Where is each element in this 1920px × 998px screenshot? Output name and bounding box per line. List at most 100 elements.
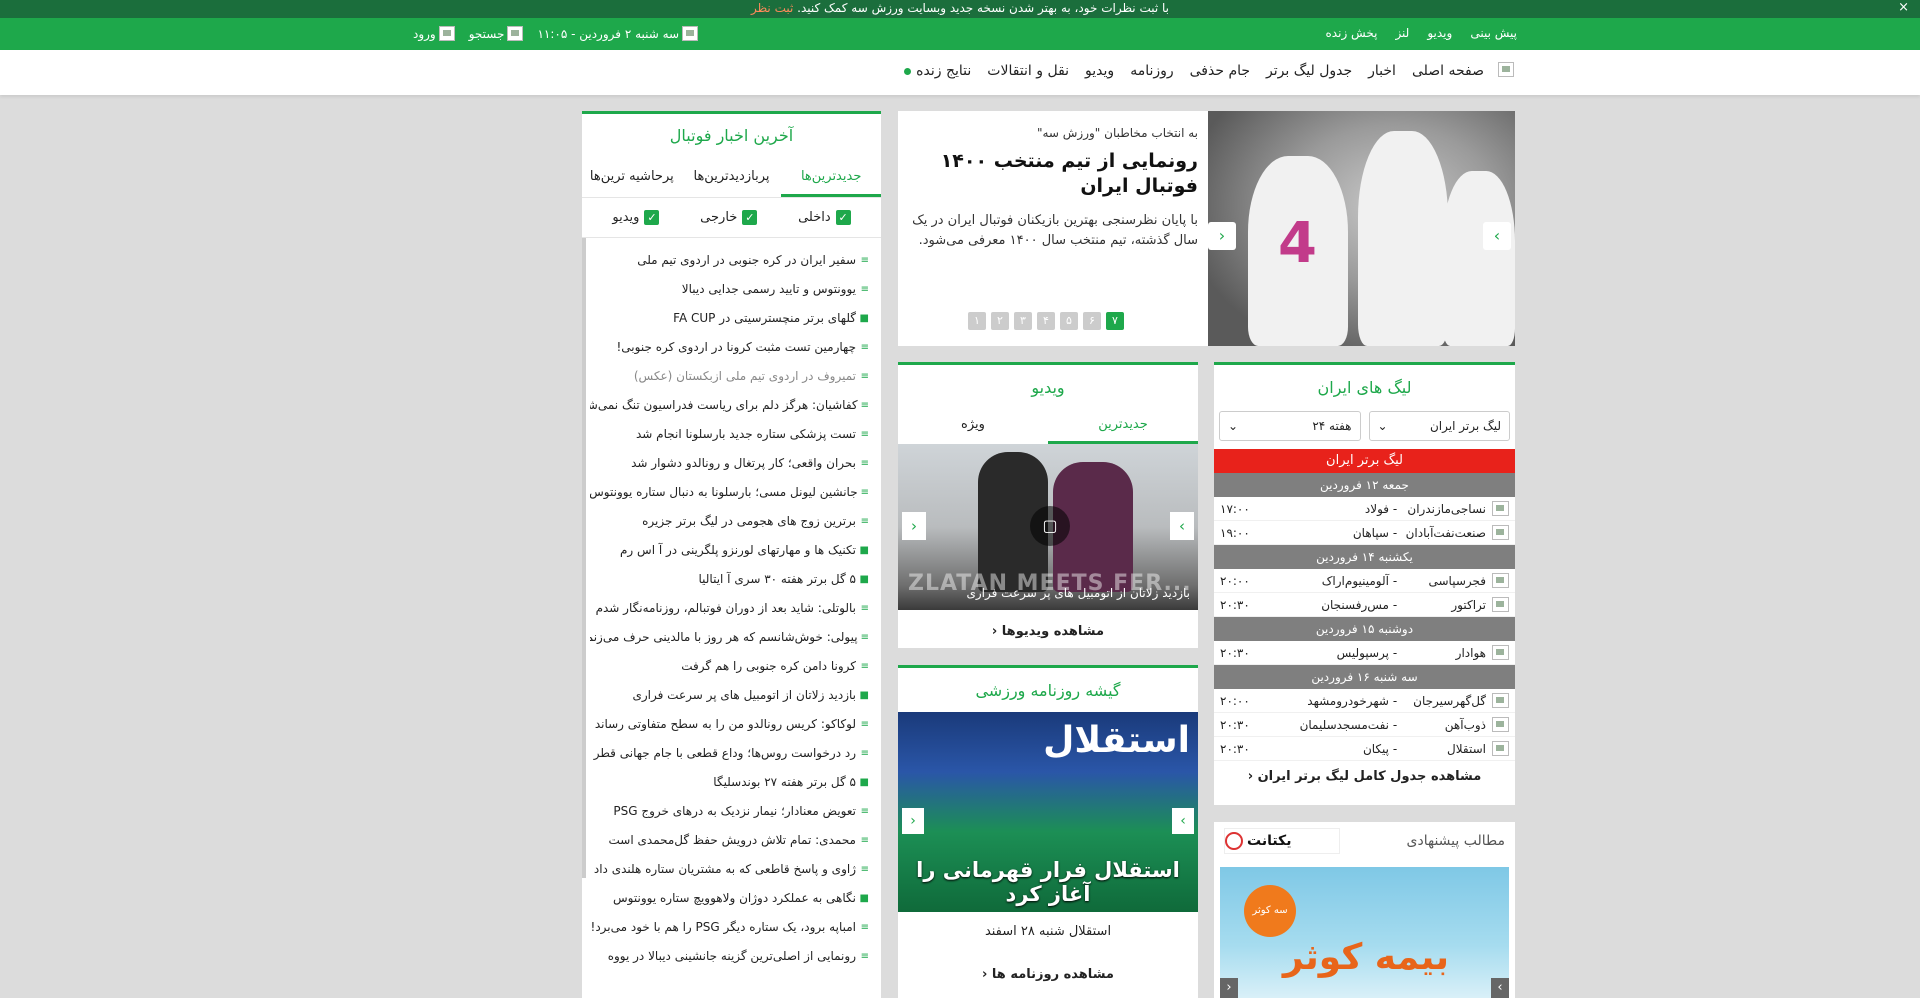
slider-dot[interactable]: ۶: [1083, 312, 1101, 330]
nav-item-transfers[interactable]: نقل و انتقالات: [987, 63, 1069, 79]
news-item[interactable]: ≡ رد درخواست روس‌ها؛ وداع قطعی با جام جها…: [590, 739, 869, 768]
news-item[interactable]: ≡ ژاوی و پاسخ قاطعی که به مشتریان ستاره ه…: [590, 855, 869, 884]
ad-prev-button[interactable]: ‹: [1220, 978, 1238, 998]
nav-item-live-results[interactable]: نتایج زنده: [904, 63, 971, 79]
nav-item-video[interactable]: ویدیو: [1085, 63, 1114, 79]
news-item[interactable]: ≡ لوکاکو: کریس رونالدو من را به سطح متفاو…: [590, 710, 869, 739]
match-row[interactable]: تراکتور - مس‌رفسنجان ۲۰:۳۰: [1214, 593, 1515, 617]
top-link-lens[interactable]: لنز: [1395, 26, 1409, 40]
slider-dot[interactable]: ۷: [1106, 312, 1124, 330]
user-icon: [438, 26, 455, 41]
match-row[interactable]: گل‌گهرسیرجان - شهرخودرومشهد ۲۰:۰۰: [1214, 689, 1515, 713]
nav-item-home[interactable]: صفحه اصلی: [1412, 63, 1484, 79]
hero-image[interactable]: 4: [1208, 111, 1515, 346]
slider-dot[interactable]: ۲: [991, 312, 1009, 330]
tab-most-viewed[interactable]: پربازدیدترین‌ها: [682, 161, 782, 197]
video-tabs: جدیدترین ویژه: [898, 411, 1198, 444]
tab-video-special[interactable]: ویژه: [898, 411, 1048, 444]
top-info: سه شنبه ۲ فروردین - ۱۱:۰۵ جستجو ورود: [413, 26, 699, 41]
filter-foreign-label: خارجی: [700, 210, 738, 225]
newspaper-prev-button[interactable]: ‹: [902, 808, 924, 834]
video-prev-button[interactable]: ‹: [902, 512, 926, 540]
slider-dot[interactable]: ۳: [1014, 312, 1032, 330]
news-item[interactable]: ≡ یوونتوس و تایید رسمی جدایی دیبالا: [590, 275, 869, 304]
match-row[interactable]: صنعت‌نفت‌آبادان - سپاهان ۱۹:۰۰: [1214, 521, 1515, 545]
video-thumbnail[interactable]: ▢ ZLATAN MEETS FER... بازدید زلاتان از ا…: [898, 444, 1198, 610]
news-item[interactable]: ■ ۵ گل برتر هفته ۳۰ سری آ ایتالیا: [590, 565, 869, 594]
news-item[interactable]: ≡ تمیروف در اردوی تیم ملی ازبکستان (عکس): [590, 362, 869, 391]
news-item[interactable]: ≡ کفاشیان: هرگز دلم برای ریاست فدراسیون ت…: [590, 391, 869, 420]
feedback-link[interactable]: ثبت نظر: [751, 1, 793, 15]
nav-item-cup[interactable]: جام حذفی: [1190, 63, 1250, 79]
news-item[interactable]: ■ تکنیک ها و مهارتهای لورنزو پلگرینی در آ…: [590, 536, 869, 565]
news-item[interactable]: ■ نگاهی به عملکرد دوژان ولاهوویچ ستاره یو…: [590, 884, 869, 913]
news-item[interactable]: ≡ بالوتلی: شاید بعد از دوران فوتبالم، روز…: [590, 594, 869, 623]
top-link-video[interactable]: ویدیو: [1427, 26, 1452, 40]
league-select[interactable]: لیگ برتر ایران ⌄: [1368, 411, 1510, 441]
close-icon[interactable]: ×: [1898, 0, 1909, 15]
match-row[interactable]: فجرسپاسی - آلومینیوم‌اراک ۲۰:۰۰: [1214, 569, 1515, 593]
nav-item-news[interactable]: اخبار: [1368, 63, 1396, 79]
match-row[interactable]: نساجی‌مازندران - فولاد ۱۷:۰۰: [1214, 497, 1515, 521]
news-item[interactable]: ■ بازدید زلاتان از اتومبیل های پر سرعت فر…: [590, 681, 869, 710]
news-item[interactable]: ≡ تعویض معنادار؛ نیمار نزدیک به درهای خرو…: [590, 797, 869, 826]
view-newspapers-link[interactable]: مشاهده روزنامه ها ‹: [898, 967, 1198, 982]
ad-logo: سه کوثر: [1244, 885, 1296, 937]
news-item[interactable]: ■ ۵ گل برتر هفته ۲۷ بوندسلیگا: [590, 768, 869, 797]
newspaper-cover[interactable]: استقلال استقلال فرار قهرمانی را آغاز کرد…: [898, 712, 1198, 912]
match-row[interactable]: هوادار - پرسپولیس ۲۰:۳۰: [1214, 641, 1515, 665]
view-videos-link[interactable]: مشاهده ویدیوها ‹: [898, 624, 1198, 639]
slider-dot[interactable]: ۴: [1037, 312, 1055, 330]
play-icon[interactable]: ▢: [1030, 506, 1070, 546]
slider-next-button[interactable]: ›: [1483, 222, 1511, 250]
ad-banner[interactable]: سه کوثر بیمه کوثر › ‹: [1220, 867, 1509, 998]
ad-next-button[interactable]: ›: [1491, 978, 1509, 998]
news-item[interactable]: ≡ برترین زوج های هجومی در لیگ برتر جزیره: [590, 507, 869, 536]
list-icon: ≡: [860, 864, 869, 875]
tab-video-newest[interactable]: جدیدترین: [1048, 411, 1198, 444]
full-table-link[interactable]: مشاهده جدول کامل لیگ برتر ایران ‹: [1214, 769, 1515, 784]
news-item[interactable]: ≡ کرونا دامن کره جنوبی را هم گرفت: [590, 652, 869, 681]
site-logo[interactable]: [1498, 62, 1514, 77]
login-button[interactable]: ورود: [413, 26, 455, 41]
home-team: فجرسپاسی: [1428, 573, 1487, 588]
news-item[interactable]: ≡ سفیر ایران در کره جنوبی در اردوی تیم مل…: [590, 246, 869, 275]
list-icon: ≡: [860, 516, 869, 527]
ad-network-logo[interactable]: یکتانت: [1224, 828, 1340, 854]
tab-newest[interactable]: جدیدترین‌ها: [781, 161, 881, 197]
match-row[interactable]: استقلال - پیکان ۲۰:۳۰: [1214, 737, 1515, 761]
slider-prev-button[interactable]: ‹: [1208, 222, 1236, 250]
hero-summary: با پایان نظرسنجی بهترین بازیکنان فوتبال …: [912, 213, 1198, 248]
news-item[interactable]: ≡ تست پزشکی ستاره جدید بارسلونا انجام شد: [590, 420, 869, 449]
list-icon: ≡: [860, 255, 869, 266]
list-icon: ≡: [860, 748, 869, 759]
search-button[interactable]: جستجو: [469, 26, 524, 41]
nav-item-newspaper[interactable]: روزنامه: [1130, 63, 1173, 79]
newspaper-next-button[interactable]: ›: [1172, 808, 1194, 834]
news-item[interactable]: ≡ جانشین لیونل مسی؛ بارسلونا به دنبال ستا…: [590, 478, 869, 507]
nav-item-league-table[interactable]: جدول لیگ برتر: [1266, 63, 1352, 79]
filter-domestic[interactable]: ✓ داخلی: [798, 210, 851, 225]
news-item[interactable]: ≡ محمدی: تمام تلاش درویش حفظ گل‌محمدی است: [590, 826, 869, 855]
slider-dot[interactable]: ۵: [1060, 312, 1078, 330]
match-row[interactable]: ذوب‌آهن - نفت‌مسجدسلیمان ۲۰:۳۰: [1214, 713, 1515, 737]
team-logo-icon: [1492, 693, 1509, 708]
hero-headline[interactable]: رونمایی از تیم منتخب ۱۴۰۰ فوتبال ایران: [908, 149, 1198, 198]
news-item-title: سفیر ایران در کره جنوبی در اردوی تیم ملی: [637, 253, 856, 267]
top-link-prediction[interactable]: پیش بینی: [1470, 26, 1517, 40]
news-item[interactable]: ≡ پیولی: خوش‌شانسم که هر روز با مالدینی ح…: [590, 623, 869, 652]
news-item[interactable]: ≡ چهارمین تست مثبت کرونا در اردوی کره جنو…: [590, 333, 869, 362]
video-next-button[interactable]: ›: [1170, 512, 1194, 540]
tab-most-controversial[interactable]: پرحاشیه ترین‌ها: [582, 161, 682, 197]
filter-video[interactable]: ✓ ویدیو: [612, 210, 660, 225]
list-icon: ≡: [860, 922, 869, 933]
team-logo-icon: [1492, 645, 1509, 660]
news-item[interactable]: ≡ امباپه برود، یک ستاره دیگر PSG را هم با…: [590, 913, 869, 942]
news-item[interactable]: ≡ رونمایی از اصلی‌ترین گزینه جانشینی دیبا…: [590, 942, 869, 971]
top-link-live[interactable]: پخش زنده: [1326, 26, 1378, 40]
news-item[interactable]: ≡ بحران واقعی؛ کار پرتغال و رونالدو دشوار…: [590, 449, 869, 478]
week-select[interactable]: هفته ۲۴ ⌄: [1219, 411, 1361, 441]
filter-foreign[interactable]: ✓ خارجی: [700, 210, 758, 225]
slider-dot[interactable]: ۱: [968, 312, 986, 330]
news-item[interactable]: ■ گلهای برتر منچسترسیتی در FA CUP: [590, 304, 869, 333]
